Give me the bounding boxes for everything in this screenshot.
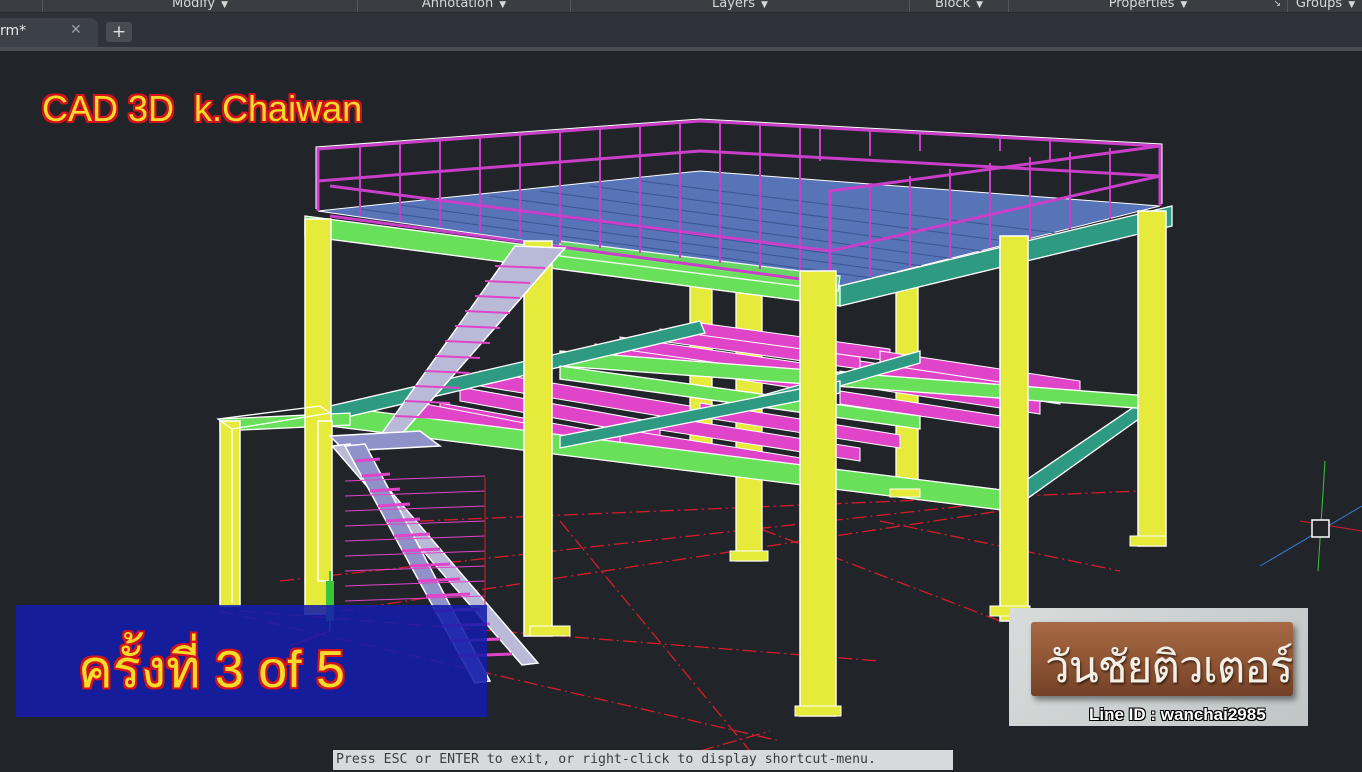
ribbon-panel-properties[interactable]: Properties ▼ ↘ — [1008, 0, 1287, 12]
ribbon-panel-groups[interactable]: Groups ▼ — [1287, 0, 1362, 12]
ribbon-panel-label: Block — [934, 0, 971, 11]
chevron-down-icon: ▼ — [1348, 0, 1356, 10]
brand-contact: Line ID : wanchai2985 — [1089, 705, 1266, 724]
video-title-overlay: CAD 3D k.Chaiwan — [42, 88, 363, 129]
file-tab-strip: rm* ✕ + — [0, 13, 1362, 51]
episode-banner: ครั้งที่ 3 of 5 — [16, 605, 487, 717]
chevron-down-icon: ▼ — [761, 0, 768, 10]
ribbon-panel-label: Annotation — [421, 0, 494, 11]
ribbon-panel-modify[interactable]: Modify ▼ — [42, 0, 357, 12]
plus-icon: + — [111, 22, 127, 42]
ribbon-panel-block[interactable]: Block ▼ — [909, 0, 1008, 12]
file-tab-label: rm* — [0, 23, 27, 39]
ribbon-panel-label: Layers — [712, 0, 756, 11]
brand-logo: วันชัยติวเตอร์ Line ID : wanchai2985 — [1009, 608, 1308, 726]
file-tab-active[interactable]: rm* ✕ — [0, 18, 98, 48]
ribbon-panel-label: Groups — [1295, 0, 1343, 11]
ribbon-panel-label: Modify — [172, 0, 216, 11]
chevron-down-icon: ▼ — [976, 0, 984, 10]
chevron-down-icon: ▼ — [221, 0, 228, 10]
episode-label: ครั้งที่ 3 of 5 — [78, 641, 345, 699]
brand-name: วันชัยติวเตอร์ — [1045, 642, 1293, 693]
ribbon-panel-layers[interactable]: Layers ▼ — [570, 0, 909, 12]
chevron-down-icon: ▼ — [499, 0, 507, 10]
brand-wood-sign: วันชัยติวเตอร์ — [1031, 622, 1293, 696]
ribbon-panel-annotation[interactable]: Annotation ▼ — [357, 0, 570, 12]
ribbon-panel-label: Properties — [1108, 0, 1175, 11]
drawing-viewport[interactable]: CAD 3D k.Chaiwan ครั้งที่ 3 of 5 วันชัยต… — [0, 51, 1362, 772]
panel-launcher-arrow-icon[interactable]: ↘ — [1273, 0, 1281, 9]
ribbon-panel-bar: Modify ▼ Annotation ▼ Layers ▼ Block ▼ Prope… — [0, 0, 1362, 13]
crosshair-cursor — [1259, 460, 1362, 572]
new-tab-button[interactable]: + — [106, 22, 132, 42]
command-prompt-tooltip: Press ESC or ENTER to exit, or right-cli… — [333, 750, 953, 770]
chevron-down-icon: ▼ — [1180, 0, 1188, 10]
close-icon[interactable]: ✕ — [70, 22, 82, 38]
